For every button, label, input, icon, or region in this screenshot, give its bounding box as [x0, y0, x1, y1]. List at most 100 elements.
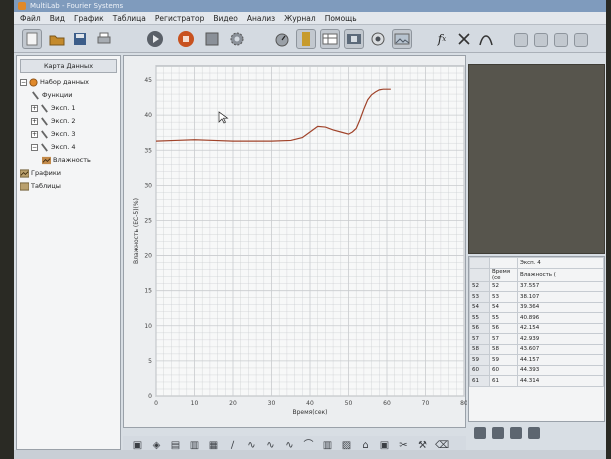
probe-icon [40, 116, 51, 126]
graph-panel[interactable]: 0 10 20 30 40 50 60 70 80 0 5 10 15 20 25 30 35 40 45 Время… [123, 55, 467, 429]
x-tick-label: 80 [460, 400, 467, 407]
settings-gear-icon[interactable] [227, 29, 247, 49]
y-tick-label: 25 [144, 217, 152, 224]
humidity-cell: 43.607 [517, 343, 604, 355]
image-icon[interactable] [392, 29, 412, 49]
tree-item[interactable]: Таблицы [17, 180, 120, 193]
collapse-icon[interactable]: − [20, 78, 27, 86]
smooth-icon[interactable] [476, 29, 496, 49]
table-row[interactable]: 52 52 37.557 [469, 280, 604, 292]
menu-item[interactable]: Регистратор [155, 12, 205, 24]
expand-icon[interactable]: + [31, 117, 38, 125]
probe-icon [31, 90, 42, 100]
expand-icon[interactable]: + [31, 104, 38, 112]
table-row[interactable]: 54 54 39.364 [469, 301, 604, 313]
tree-item[interactable]: Графики [17, 167, 120, 180]
y-tick-label: 15 [144, 288, 152, 295]
tree-item[interactable]: + Эксп. 1 [17, 102, 120, 115]
row-number: 57 [469, 333, 490, 345]
tree-item-label: Влажность [53, 156, 91, 164]
humidity-cell: 37.557 [517, 280, 604, 292]
next-frame-button[interactable] [574, 33, 588, 47]
table-settings-icon[interactable] [474, 427, 486, 439]
camera-icon[interactable] [368, 29, 388, 49]
menu-item[interactable]: Видео [213, 12, 237, 24]
tree-item[interactable]: + Эксп. 2 [17, 115, 120, 128]
play-icon[interactable] [145, 29, 165, 49]
logger-setup-icon[interactable] [202, 29, 222, 49]
tree-item[interactable]: − Эксп. 4 [17, 141, 120, 154]
time-cell: 60 [489, 364, 518, 376]
meter-icon[interactable] [272, 29, 292, 49]
open-folder-icon[interactable] [47, 29, 67, 49]
save-icon[interactable] [70, 29, 90, 49]
row-number: 55 [469, 312, 490, 324]
table-row[interactable]: 55 55 40.896 [469, 312, 604, 324]
menu-item[interactable]: Вид [50, 12, 65, 24]
dataset-icon [29, 77, 40, 87]
collapse-icon[interactable]: − [31, 143, 38, 151]
video-icon[interactable] [344, 29, 364, 49]
data-map-header[interactable]: Карта Данных [20, 59, 117, 73]
row-number: 56 [469, 322, 490, 334]
humidity-cell: 44.157 [517, 354, 604, 366]
graph-view-icon[interactable] [296, 29, 316, 49]
expand-icon[interactable]: + [31, 130, 38, 138]
stop-icon[interactable] [176, 29, 196, 49]
data-table-panel: Эксп. 4 Время (се Влажность ( 52 52 37.557… [468, 256, 605, 422]
function-icon[interactable]: fx [432, 29, 452, 49]
table-column-header[interactable]: Время (се [489, 267, 518, 282]
table-print-icon[interactable] [528, 427, 540, 439]
y-tick-label: 10 [144, 323, 152, 330]
tree-item[interactable]: + Эксп. 3 [17, 128, 120, 141]
row-number: 54 [469, 301, 490, 313]
play-frame-button[interactable] [534, 33, 548, 47]
y-tick-label: 45 [144, 77, 152, 84]
table-corner [469, 257, 490, 269]
table-column-header[interactable]: Влажность ( [517, 267, 604, 282]
y-tick-label: 40 [144, 112, 152, 119]
time-cell: 55 [489, 312, 518, 324]
table-row[interactable]: 57 57 42.939 [469, 333, 604, 345]
table-row[interactable]: 59 59 44.157 [469, 354, 604, 366]
humidity-cell: 42.939 [517, 333, 604, 345]
table-toolbar [470, 424, 600, 442]
table-view-icon[interactable] [320, 29, 340, 49]
pause-frame-button[interactable] [554, 33, 568, 47]
menu-item[interactable]: Файл [20, 12, 41, 24]
tree-item[interactable]: Влажность [17, 154, 120, 167]
table-row[interactable]: 56 56 42.154 [469, 322, 604, 334]
menu-item[interactable]: Анализ [247, 12, 275, 24]
table-export-icon[interactable] [510, 427, 522, 439]
probe-icon [40, 103, 51, 113]
prev-frame-button[interactable] [514, 33, 528, 47]
new-file-icon[interactable] [22, 29, 42, 49]
print-icon[interactable] [94, 29, 114, 49]
time-cell: 58 [489, 343, 518, 355]
remove-function-icon[interactable] [454, 29, 474, 49]
humidity-cell: 44.393 [517, 364, 604, 376]
table-row[interactable]: 60 60 44.393 [469, 364, 604, 376]
probe-icon [40, 142, 51, 152]
menu-item[interactable]: Помощь [325, 12, 357, 24]
menu-item[interactable]: Таблица [113, 12, 146, 24]
humidity-chart[interactable]: 0 10 20 30 40 50 60 70 80 0 5 10 15 20 25 30 35 40 45 Время… [124, 56, 467, 429]
menu-bar: Файл Вид График Таблица Регистратор Видео Анал… [14, 12, 606, 25]
time-cell: 54 [489, 301, 518, 313]
y-tick-label: 5 [148, 358, 152, 365]
data-table[interactable]: Эксп. 4 Время (се Влажность ( 52 52 37.557… [469, 257, 604, 387]
humidity-cell: 42.154 [517, 322, 604, 334]
table-row[interactable]: 53 53 38.107 [469, 291, 604, 303]
tree-item[interactable]: − Набор данных [17, 76, 120, 89]
tree-item[interactable]: Функции [17, 89, 120, 102]
series-icon [42, 156, 53, 164]
time-cell: 52 [489, 280, 518, 292]
table-folder-icon [20, 181, 31, 191]
menu-item[interactable]: Журнал [284, 12, 316, 24]
menu-item[interactable]: График [74, 12, 104, 24]
table-copy-icon[interactable] [492, 427, 504, 439]
humidity-cell: 38.107 [517, 291, 604, 303]
table-row[interactable]: 58 58 43.607 [469, 343, 604, 355]
table-series-header: Эксп. 4 [517, 257, 604, 269]
table-row[interactable]: 61 61 44.314 [469, 375, 604, 387]
